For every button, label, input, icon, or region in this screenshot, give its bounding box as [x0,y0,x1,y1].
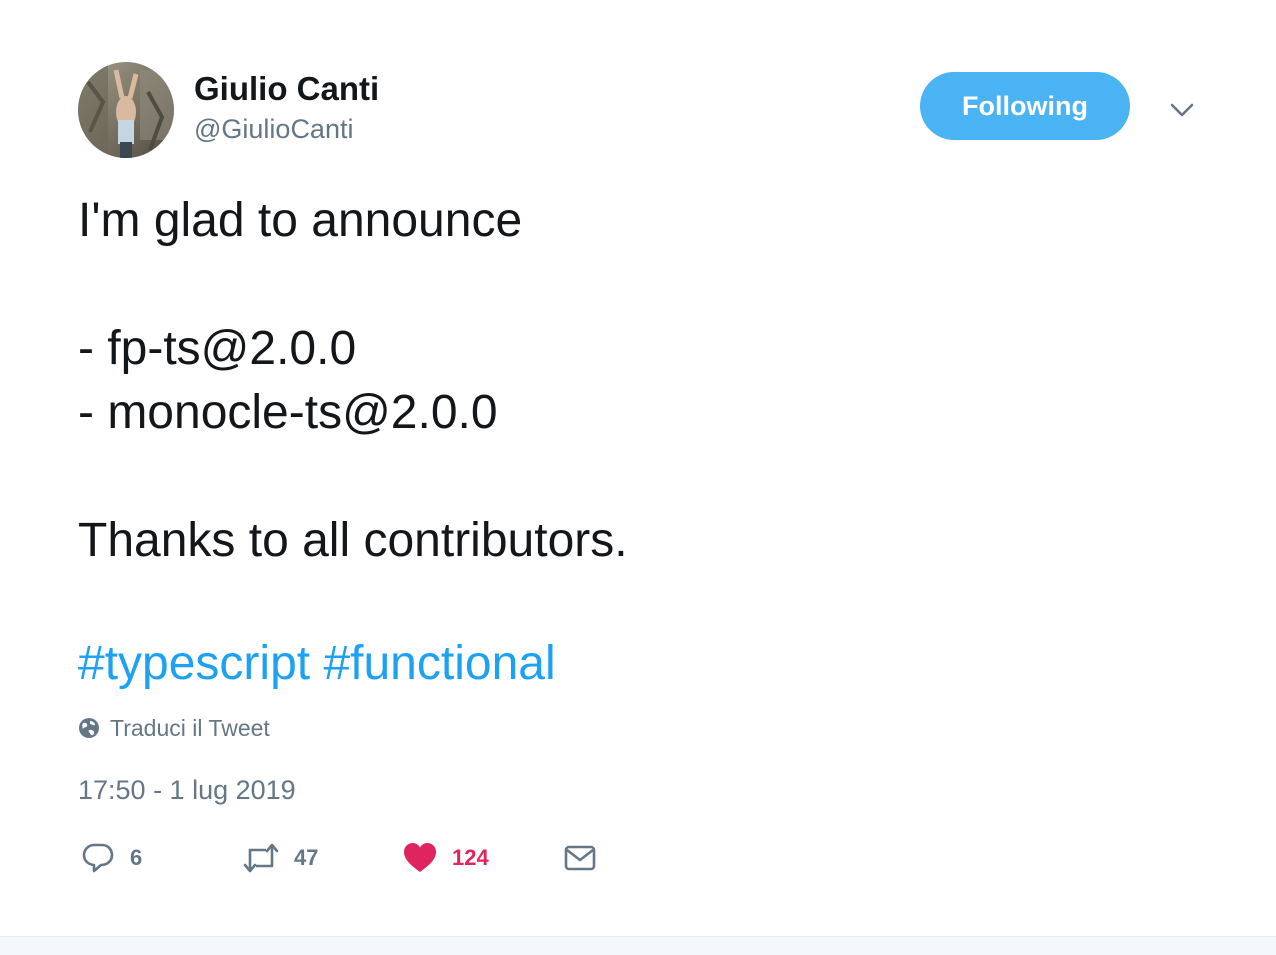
translate-tweet-link[interactable]: Traduci il Tweet [78,714,270,742]
translate-label: Traduci il Tweet [110,714,270,741]
card-footer-divider [0,936,1276,955]
tweet-text-line: Thanks to all contributors. [78,514,628,567]
avatar[interactable] [78,62,174,158]
direct-message-button[interactable] [562,840,598,876]
tweet-timestamp[interactable]: 17:50 - 1 lug 2019 [78,775,296,806]
like-count: 124 [452,845,489,870]
mail-icon [564,845,596,871]
heart-icon [404,843,436,872]
globe-icon [79,718,99,738]
hashtag-functional[interactable]: #functional [323,637,555,690]
reply-count: 6 [130,845,143,870]
retweet-button[interactable]: 47 [242,840,318,876]
hashtag-typescript[interactable]: #typescript [78,637,310,690]
tweet-text-line: - fp-ts@2.0.0 [78,322,357,375]
following-button[interactable]: Following [920,72,1130,140]
avatar-image [78,62,174,158]
user-handle[interactable]: @GiulioCanti [194,114,353,145]
like-button[interactable]: 124 [402,840,489,876]
user-name[interactable]: Giulio Canti [194,70,379,108]
tweet-text-line: - monocle-ts@2.0.0 [78,386,498,439]
tweet-card: Giulio Canti @GiulioCanti Following I'm … [0,0,1276,936]
hashtags: #typescript #functional [78,640,556,688]
retweet-icon [243,843,279,873]
retweet-count: 47 [294,845,319,870]
reply-button[interactable]: 6 [80,840,142,876]
chevron-down-icon[interactable] [1166,94,1198,126]
reply-icon [82,843,114,873]
tweet-text-line: I'm glad to announce [78,194,523,247]
